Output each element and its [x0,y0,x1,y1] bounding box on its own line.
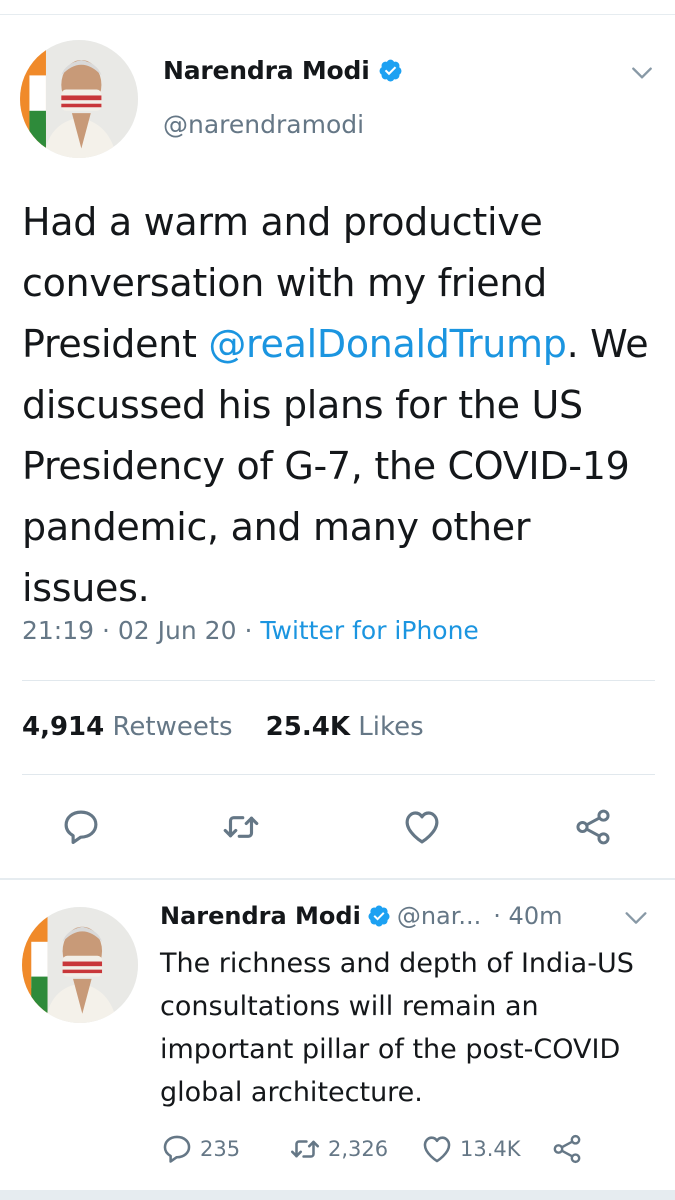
tweet-date[interactable]: 02 Jun 20 [118,616,237,645]
chevron-down-icon[interactable] [622,906,650,930]
reply-author-handle[interactable]: @nar... [397,902,481,930]
share-icon [576,809,610,845]
divider [22,680,655,681]
tweet-time[interactable]: 21:19 [22,616,94,645]
retweet-button[interactable] [220,806,262,848]
tweet-separator [0,878,675,880]
retweet-icon [290,1140,320,1158]
share-icon [553,1134,581,1164]
like-icon [405,811,439,844]
author-name[interactable]: Narendra Modi [163,56,370,85]
author-name-row[interactable]: Narendra Modi [163,56,403,85]
author-handle[interactable]: @narendramodi [163,110,364,139]
retweets-label: Retweets [112,712,233,742]
reply-icon [64,810,98,844]
likes-label: Likes [358,712,424,742]
verified-badge-icon [368,905,390,927]
reply-timestamp[interactable]: · 40m [493,902,562,930]
verified-badge-icon [379,59,402,82]
meta-separator: · [102,616,110,645]
retweets-stat[interactable]: 4,914 Retweets [22,712,233,742]
retweet-count: 2,326 [328,1137,389,1161]
tweet-meta: 21:19 · 02 Jun 20 · Twitter for iPhone [22,616,479,645]
likes-count: 25.4K [265,712,350,742]
share-button[interactable] [572,806,614,848]
author-avatar[interactable] [20,40,138,158]
tweet-body: Had a warm and productive conversation w… [22,192,662,619]
reply-count: 235 [200,1137,241,1161]
reply-icon [163,1135,191,1163]
reply-author-name[interactable]: Narendra Modi [160,902,361,930]
mention-link[interactable]: @realDonaldTrump [208,322,567,366]
reply-tweet-body: The richness and depth of India-US consu… [160,948,634,1108]
tweet-source-link[interactable]: Twitter for iPhone [260,616,478,645]
retweet-icon [223,816,259,838]
reply-reply-button[interactable]: 235 [160,1132,240,1166]
retweets-count: 4,914 [22,712,105,742]
bottom-edge [0,1190,675,1200]
like-count: 13.4K [460,1137,521,1161]
like-icon [423,1136,451,1163]
chevron-down-icon[interactable] [629,60,655,86]
reply-retweet-button[interactable]: 2,326 [288,1132,388,1166]
like-button[interactable] [401,806,443,848]
top-edge [0,0,675,15]
reply-author-avatar[interactable] [22,907,138,1023]
meta-separator: · [244,616,253,645]
reply-like-button[interactable]: 13.4K [420,1132,521,1166]
likes-stat[interactable]: 25.4K Likes [266,712,424,742]
reply-button[interactable] [60,806,102,848]
divider [22,774,655,775]
engagement-stats: 4,914 Retweets 25.4K Likes [22,712,424,742]
reply-header: Narendra Modi @nar... · 40m [160,902,562,930]
reply-share-button[interactable] [550,1132,590,1166]
